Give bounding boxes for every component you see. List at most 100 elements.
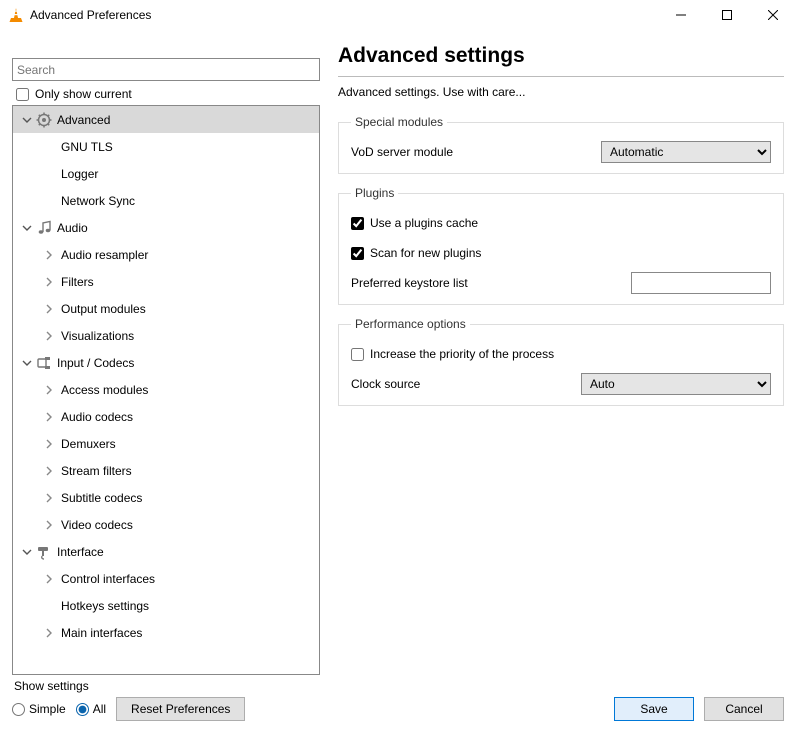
simple-mode-radio[interactable] — [12, 703, 25, 716]
tree-item-label: Filters — [61, 275, 94, 289]
tree-item-label: GNU TLS — [61, 140, 113, 154]
tree-item-label: Network Sync — [61, 194, 135, 208]
tree-item-label: Subtitle codecs — [61, 491, 142, 505]
clock-source-select[interactable]: Auto — [581, 373, 771, 395]
tree-item-audio[interactable]: Audio — [13, 214, 319, 241]
preferences-tree[interactable]: Advanced GNU TLS Logger Network Sync Audio Au… — [12, 105, 320, 675]
show-settings-label: Show settings — [14, 679, 245, 693]
tree-item-logger[interactable]: Logger — [13, 160, 319, 187]
tree-item-access-modules[interactable]: Access modules — [13, 376, 319, 403]
tree-item-label: Hotkeys settings — [61, 599, 149, 613]
brush-icon — [35, 543, 53, 561]
chevron-down-icon[interactable] — [19, 115, 35, 125]
titlebar: Advanced Preferences — [0, 0, 796, 30]
close-button[interactable] — [750, 0, 796, 30]
tree-item-label: Access modules — [61, 383, 148, 397]
tree-item-video-codecs[interactable]: Video codecs — [13, 511, 319, 538]
clock-source-label: Clock source — [351, 377, 581, 391]
tree-item-hotkeys-settings[interactable]: Hotkeys settings — [13, 592, 319, 619]
tree-item-label: Visualizations — [61, 329, 134, 343]
tree-item-network-sync[interactable]: Network Sync — [13, 187, 319, 214]
left-pane: Only show current Advanced GNU TLS Logger N… — [12, 30, 320, 675]
tree-item-label: Audio codecs — [61, 410, 133, 424]
tree-item-interface[interactable]: Interface — [13, 538, 319, 565]
tree-item-audio-resampler[interactable]: Audio resampler — [13, 241, 319, 268]
chevron-right-icon[interactable] — [41, 412, 57, 422]
tree-item-label: Audio resampler — [61, 248, 148, 262]
chevron-down-icon[interactable] — [19, 358, 35, 368]
tree-item-audio-codecs[interactable]: Audio codecs — [13, 403, 319, 430]
chevron-right-icon[interactable] — [41, 520, 57, 530]
reset-preferences-button[interactable]: Reset Preferences — [116, 697, 245, 721]
window-title: Advanced Preferences — [30, 8, 658, 22]
search-input[interactable] — [12, 58, 320, 81]
gear-icon — [35, 111, 53, 129]
chevron-down-icon[interactable] — [19, 223, 35, 233]
tree-item-gnu-tls[interactable]: GNU TLS — [13, 133, 319, 160]
scan-plugins-label[interactable]: Scan for new plugins — [370, 246, 481, 260]
tree-item-label: Input / Codecs — [57, 356, 134, 370]
chevron-right-icon[interactable] — [41, 493, 57, 503]
tree-item-label: Control interfaces — [61, 572, 155, 586]
note-icon — [35, 219, 53, 237]
tree-item-advanced[interactable]: Advanced — [13, 106, 319, 133]
settings-pane: Advanced settings Advanced settings. Use… — [320, 30, 784, 675]
tree-item-label: Stream filters — [61, 464, 132, 478]
codec-icon — [35, 354, 53, 372]
only-show-current-checkbox[interactable] — [16, 88, 29, 101]
chevron-right-icon[interactable] — [41, 439, 57, 449]
all-mode-radio[interactable] — [76, 703, 89, 716]
tree-item-demuxers[interactable]: Demuxers — [13, 430, 319, 457]
performance-group: Performance options Increase the priorit… — [338, 317, 784, 406]
maximize-button[interactable] — [704, 0, 750, 30]
performance-legend: Performance options — [351, 317, 470, 331]
chevron-right-icon[interactable] — [41, 385, 57, 395]
tree-item-label: Video codecs — [61, 518, 133, 532]
simple-mode-radio-label[interactable]: Simple — [12, 702, 66, 716]
chevron-right-icon[interactable] — [41, 277, 57, 287]
increase-priority-checkbox[interactable] — [351, 348, 364, 361]
cancel-button[interactable]: Cancel — [704, 697, 784, 721]
only-show-current-label[interactable]: Only show current — [35, 87, 132, 101]
plugins-legend: Plugins — [351, 186, 398, 200]
special-modules-group: Special modules VoD server module Automa… — [338, 115, 784, 174]
tree-item-output-modules[interactable]: Output modules — [13, 295, 319, 322]
chevron-right-icon[interactable] — [41, 331, 57, 341]
chevron-down-icon[interactable] — [19, 547, 35, 557]
scan-plugins-checkbox[interactable] — [351, 247, 364, 260]
tree-item-subtitle-codecs[interactable]: Subtitle codecs — [13, 484, 319, 511]
tree-item-stream-filters[interactable]: Stream filters — [13, 457, 319, 484]
page-title: Advanced settings — [338, 44, 784, 68]
tree-item-label: Audio — [57, 221, 88, 235]
tree-item-filters[interactable]: Filters — [13, 268, 319, 295]
chevron-right-icon[interactable] — [41, 574, 57, 584]
tree-item-label: Demuxers — [61, 437, 116, 451]
minimize-button[interactable] — [658, 0, 704, 30]
chevron-right-icon[interactable] — [41, 250, 57, 260]
plugins-group: Plugins Use a plugins cache Scan for new… — [338, 186, 784, 305]
chevron-right-icon[interactable] — [41, 466, 57, 476]
heading-divider — [338, 76, 784, 77]
keystore-label: Preferred keystore list — [351, 276, 631, 290]
page-subtitle: Advanced settings. Use with care... — [338, 85, 784, 99]
special-modules-legend: Special modules — [351, 115, 447, 129]
footer: Show settings Simple All Reset Preferenc… — [0, 675, 796, 733]
save-button[interactable]: Save — [614, 697, 694, 721]
chevron-right-icon[interactable] — [41, 628, 57, 638]
use-plugins-cache-label[interactable]: Use a plugins cache — [370, 216, 478, 230]
all-mode-radio-label[interactable]: All — [76, 702, 106, 716]
keystore-input[interactable] — [631, 272, 771, 294]
vlc-cone-icon — [8, 7, 24, 23]
increase-priority-label[interactable]: Increase the priority of the process — [370, 347, 554, 361]
tree-item-label: Output modules — [61, 302, 146, 316]
tree-item-label: Logger — [61, 167, 98, 181]
chevron-right-icon[interactable] — [41, 304, 57, 314]
tree-item-input-codecs[interactable]: Input / Codecs — [13, 349, 319, 376]
vod-server-select[interactable]: Automatic — [601, 141, 771, 163]
tree-item-visualizations[interactable]: Visualizations — [13, 322, 319, 349]
tree-item-label: Interface — [57, 545, 104, 559]
vod-server-label: VoD server module — [351, 145, 601, 159]
tree-item-main-interfaces[interactable]: Main interfaces — [13, 619, 319, 646]
use-plugins-cache-checkbox[interactable] — [351, 217, 364, 230]
tree-item-control-interfaces[interactable]: Control interfaces — [13, 565, 319, 592]
